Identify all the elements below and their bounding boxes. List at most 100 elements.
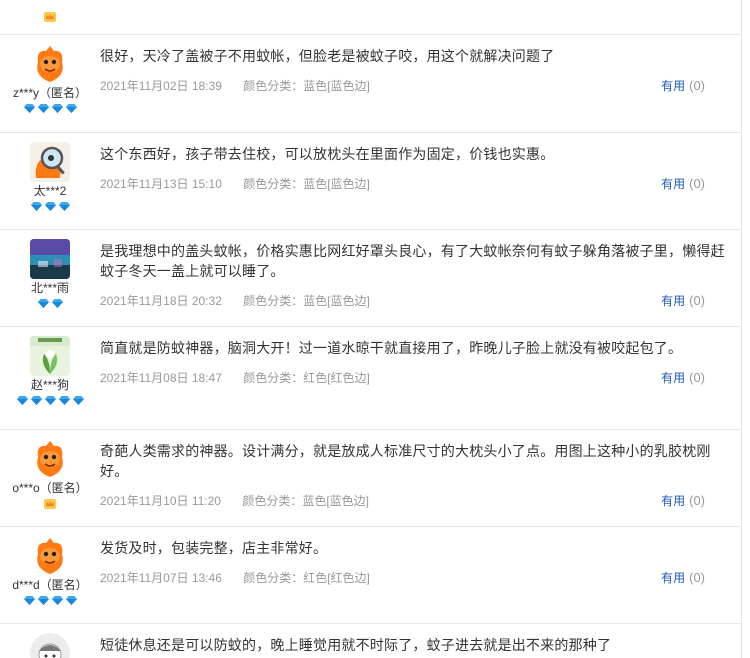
review-user: 北***雨 <box>0 230 100 312</box>
review-meta: 2021年11月10日 11:20 颜色分类：蓝色[蓝色边] 有用 (0) <box>100 491 729 511</box>
scrollbar[interactable] <box>741 0 750 658</box>
diamond-icon <box>23 596 35 605</box>
useful-count: (0) <box>689 176 705 191</box>
review-text: 短徒休息还是可以防蚊的，晚上睡觉用就不时际了，蚊子进去就是出不来的那种了 <box>100 637 612 653</box>
review-content: 简直就是防蚊神器，脑洞大开！过一道水晾干就直接用了，昨晚儿子脸上就没有被咬起包了… <box>100 327 741 388</box>
useful-count: (0) <box>689 370 705 385</box>
review-meta: 2021年11月18日 20:32 颜色分类：蓝色[蓝色边] 有用 (0) <box>100 291 729 311</box>
diamond-icon <box>58 202 70 211</box>
review-text: 是我理想中的盖头蚊帐，价格实惠比网红好罩头良心，有了大蚊帐奈何有蚊子躲角落被子里… <box>100 243 725 279</box>
review-list: z***y（匿名） 很好，天冷了盖被子不用蚊帐，但脸老是被蚊子咬，用这个就解决问… <box>0 0 741 658</box>
review-item: d***d（匿名） 发货及时，包装完整，店主非常好。 2021年11月07日 1… <box>0 527 741 624</box>
username: o***o（匿名） <box>12 481 88 495</box>
sku-attribute: 颜色分类：蓝色[蓝色边] <box>243 294 370 308</box>
review-date: 2021年11月10日 11:20 <box>100 494 221 508</box>
review-meta: 2021年11月13日 15:10 颜色分类：蓝色[蓝色边] 有用 (0) <box>100 174 729 194</box>
username: 太***2 <box>33 184 67 198</box>
diamond-icon <box>30 396 42 405</box>
useful-count: (0) <box>689 293 705 308</box>
review-meta: 2021年11月02日 18:39 颜色分类：蓝色[蓝色边] 有用 (0) <box>100 76 729 96</box>
useful-button[interactable]: 有用 (0) <box>661 76 705 96</box>
crown-icon <box>44 499 56 509</box>
diamond-icon <box>44 202 56 211</box>
useful-label[interactable]: 有用 <box>661 294 685 308</box>
review-user: d***d（匿名） <box>0 527 100 609</box>
diamond-icon <box>51 104 63 113</box>
review-item: 太***2 这个东西好，孩子带去住校，可以放枕头在里面作为固定，价钱也实惠。 2… <box>0 133 741 230</box>
review-item: o***o（匿名） 奇葩人类需求的神器。设计满分，就是放成人标准尺寸的大枕头小了… <box>0 430 741 527</box>
diamond-icon <box>51 596 63 605</box>
useful-button[interactable]: 有用 (0) <box>661 174 705 194</box>
user-level <box>0 595 100 609</box>
diamond-icon <box>72 396 84 405</box>
review-user: z***y（匿名） <box>0 35 100 117</box>
diamond-icon <box>37 299 49 308</box>
review-date: 2021年11月18日 20:32 <box>100 294 222 308</box>
diamond-icon <box>58 396 70 405</box>
useful-label[interactable]: 有用 <box>661 494 685 508</box>
sku-attribute: 颜色分类：红色[红色边] <box>243 371 370 385</box>
review-user <box>0 624 100 658</box>
sku-attribute: 颜色分类：红色[红色边] <box>243 571 370 585</box>
mascot-avatar[interactable] <box>30 439 70 479</box>
review-date: 2021年11月08日 18:47 <box>100 371 222 385</box>
useful-label[interactable]: 有用 <box>661 371 685 385</box>
review-content: 是我理想中的盖头蚊帐，价格实惠比网红好罩头良心，有了大蚊帐奈何有蚊子躲角落被子里… <box>100 230 741 311</box>
sku-attribute: 颜色分类：蓝色[蓝色边] <box>243 79 370 93</box>
review-date: 2021年11月07日 13:46 <box>100 571 222 585</box>
diamond-icon <box>44 396 56 405</box>
useful-label[interactable]: 有用 <box>661 571 685 585</box>
username: 赵***狗 <box>30 378 69 392</box>
useful-label[interactable]: 有用 <box>661 177 685 191</box>
mascot-avatar[interactable] <box>30 536 70 576</box>
reviews-page: z***y（匿名） 很好，天冷了盖被子不用蚊帐，但脸老是被蚊子咬，用这个就解决问… <box>0 0 750 658</box>
review-user <box>0 0 100 25</box>
useful-count: (0) <box>689 493 705 508</box>
useful-button[interactable]: 有用 (0) <box>661 368 705 388</box>
magnifier-mascot-avatar[interactable] <box>30 142 70 182</box>
diamond-icon <box>65 104 77 113</box>
user-level <box>0 11 100 25</box>
review-user: 太***2 <box>0 133 100 215</box>
review-text: 很好，天冷了盖被子不用蚊帐，但脸老是被蚊子咬，用这个就解决问题了 <box>100 48 555 64</box>
review-item-partial <box>0 0 741 35</box>
diamond-icon <box>37 596 49 605</box>
mascot-avatar[interactable] <box>30 44 70 84</box>
diamond-icon <box>16 396 28 405</box>
review-content: 发货及时，包装完整，店主非常好。 2021年11月07日 13:46 颜色分类：… <box>100 527 741 588</box>
review-meta: 2021年11月08日 18:47 颜色分类：红色[红色边] 有用 (0) <box>100 368 729 388</box>
useful-button[interactable]: 有用 (0) <box>661 491 705 511</box>
user-level <box>0 395 100 409</box>
useful-label[interactable]: 有用 <box>661 79 685 93</box>
diamond-icon <box>51 299 63 308</box>
crown-icon <box>44 12 56 22</box>
sku-attribute: 颜色分类：蓝色[蓝色边] <box>243 177 370 191</box>
cartoon-round-avatar[interactable] <box>30 633 70 658</box>
review-user: 赵***狗 <box>0 327 100 409</box>
review-text: 这个东西好，孩子带去住校，可以放枕头在里面作为固定，价钱也实惠。 <box>100 146 555 162</box>
diamond-icon <box>37 104 49 113</box>
review-item: z***y（匿名） 很好，天冷了盖被子不用蚊帐，但脸老是被蚊子咬，用这个就解决问… <box>0 35 741 133</box>
review-text: 发货及时，包装完整，店主非常好。 <box>100 540 328 556</box>
review-item: 赵***狗 简直就是防蚊神器，脑洞大开！过一道水晾干就直接用了，昨晚儿子脸上就没… <box>0 327 741 430</box>
review-item: 北***雨 是我理想中的盖头蚊帐，价格实惠比网红好罩头良心，有了大蚊帐奈何有蚊子… <box>0 230 741 327</box>
review-meta: 2021年11月07日 13:46 颜色分类：红色[红色边] 有用 (0) <box>100 568 729 588</box>
useful-count: (0) <box>689 78 705 93</box>
sku-attribute: 颜色分类：蓝色[蓝色边] <box>242 494 369 508</box>
plant-photo-avatar[interactable] <box>30 336 70 376</box>
review-content: 短徒休息还是可以防蚊的，晚上睡觉用就不时际了，蚊子进去就是出不来的那种了 <box>100 624 741 655</box>
diamond-icon <box>65 596 77 605</box>
review-date: 2021年11月13日 15:10 <box>100 177 222 191</box>
review-item: 短徒休息还是可以防蚊的，晚上睡觉用就不时际了，蚊子进去就是出不来的那种了 <box>0 624 741 658</box>
review-text: 奇葩人类需求的神器。设计满分，就是放成人标准尺寸的大枕头小了点。用图上这种小的乳… <box>100 443 711 479</box>
photo-avatar[interactable] <box>30 239 70 279</box>
user-level <box>0 201 100 215</box>
diamond-icon <box>30 202 42 211</box>
review-content: 这个东西好，孩子带去住校，可以放枕头在里面作为固定，价钱也实惠。 2021年11… <box>100 133 741 194</box>
username: 北***雨 <box>30 281 69 295</box>
useful-count: (0) <box>689 570 705 585</box>
user-level <box>0 103 100 117</box>
useful-button[interactable]: 有用 (0) <box>661 568 705 588</box>
user-level <box>0 498 100 512</box>
useful-button[interactable]: 有用 (0) <box>661 291 705 311</box>
